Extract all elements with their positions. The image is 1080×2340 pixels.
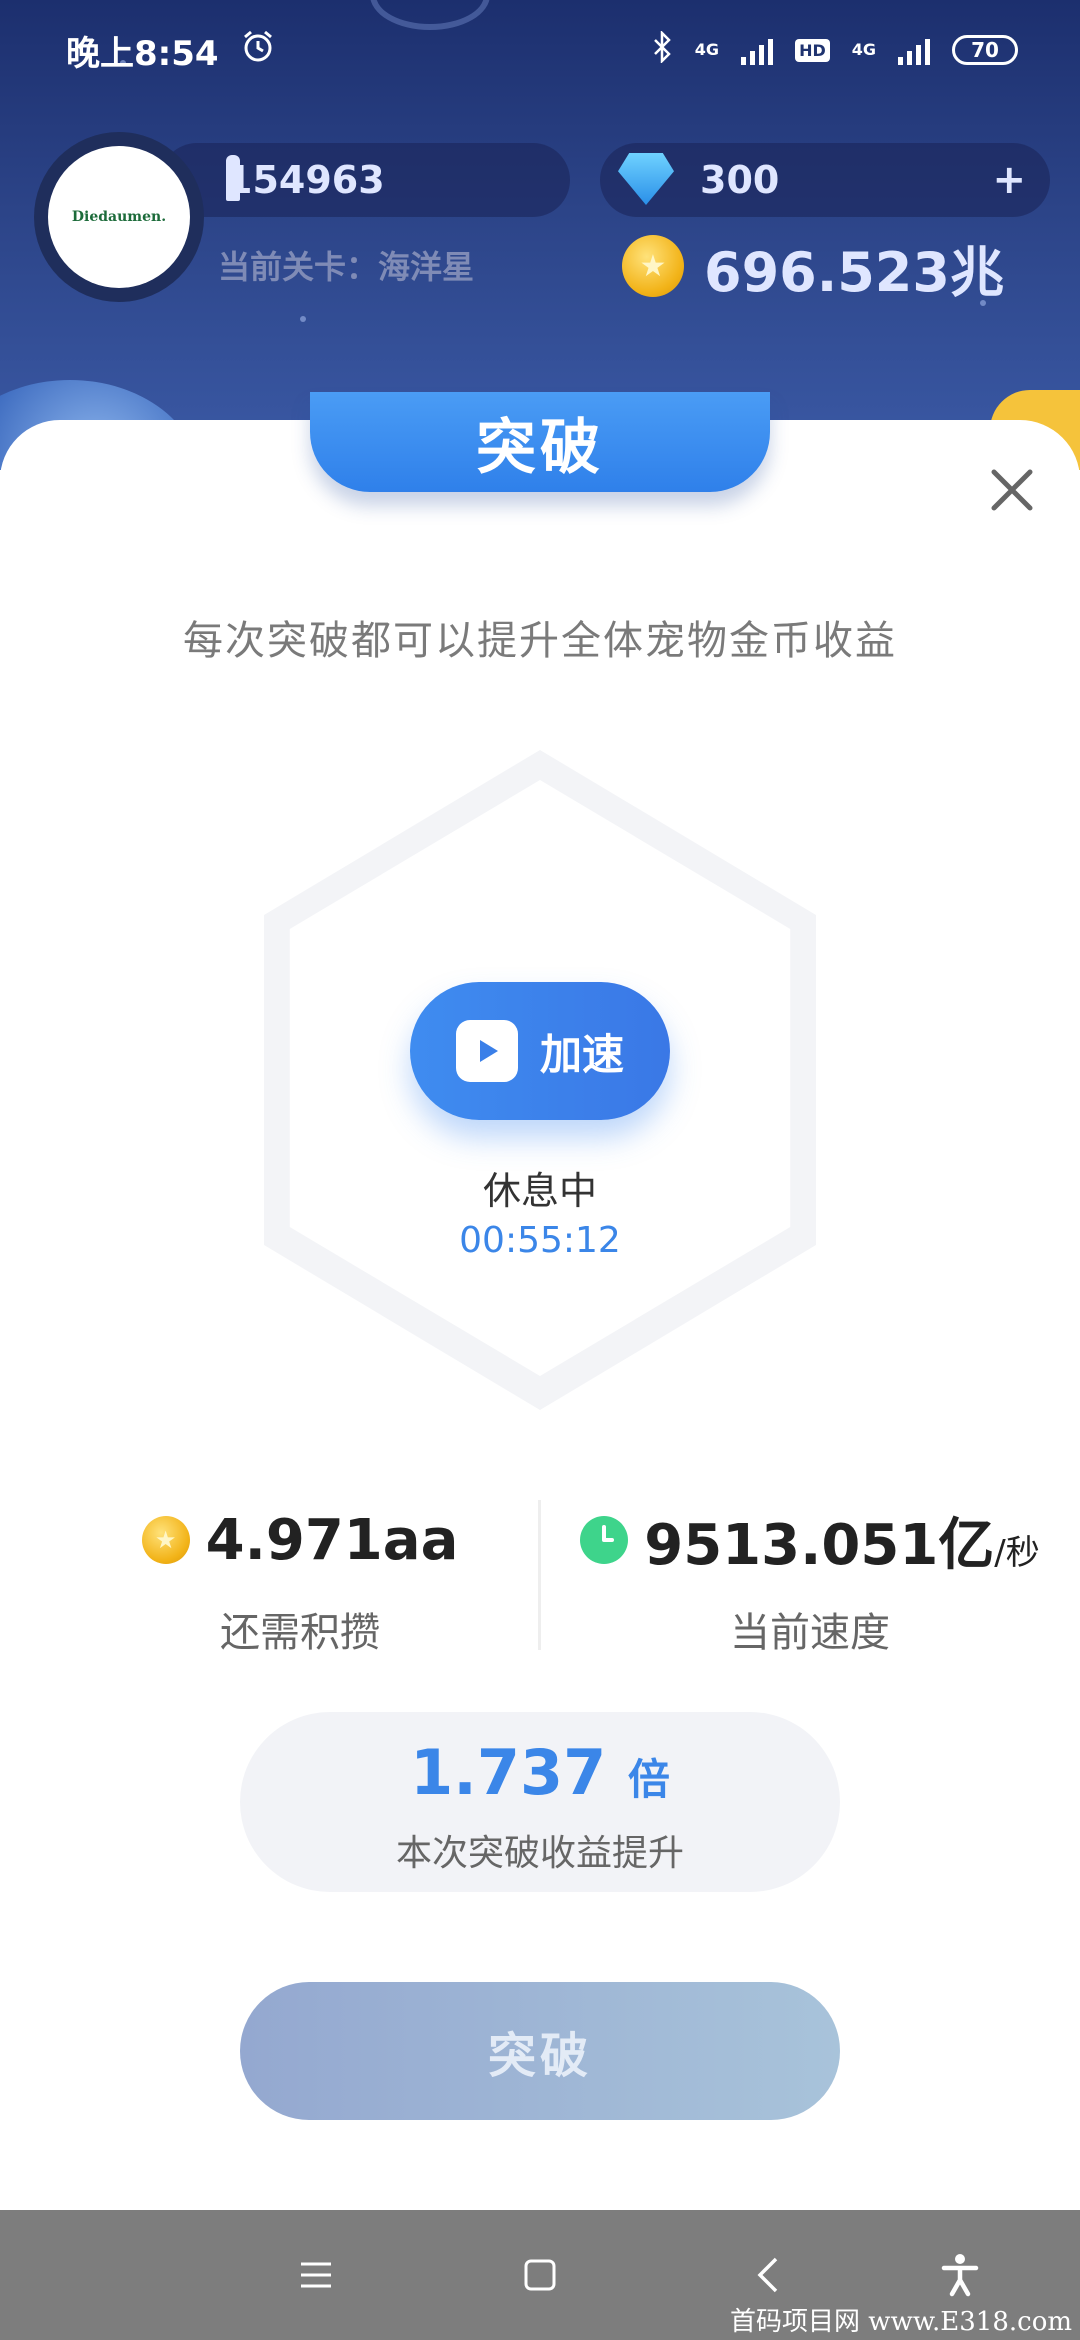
breakthrough-button[interactable]: 突破	[240, 1982, 840, 2120]
status-time: 晚上8:54	[66, 33, 219, 74]
alarm-icon	[241, 29, 275, 72]
avatar[interactable]: Diedaumen.	[34, 132, 204, 302]
power-pill: 154963	[160, 143, 570, 217]
multiplier-box: 1.737 倍 本次突破收益提升	[240, 1712, 840, 1892]
avatar-logo: Diedaumen.	[48, 146, 190, 288]
hd-badge: HD	[795, 38, 830, 62]
sword-icon	[226, 155, 240, 201]
home-icon[interactable]	[510, 2245, 570, 2305]
speed-up-label: 加速	[539, 1029, 624, 1079]
network-type-1: 4G	[694, 40, 720, 59]
coin-total: 696.523兆	[704, 241, 1004, 304]
coin-icon: ★	[622, 235, 684, 297]
star-decoration	[300, 316, 306, 322]
gem-pill[interactable]: 300 +	[600, 143, 1050, 217]
multiplier-unit: 倍	[627, 1755, 670, 1804]
current-speed-stat: 9513.051亿/秒 当前速度	[540, 1500, 1080, 1658]
needed-coins-label: 还需积攒	[220, 1610, 380, 1656]
multiplier-value: 1.737	[410, 1736, 607, 1809]
gem-count: 300	[700, 158, 780, 202]
add-gems-button[interactable]: +	[992, 157, 1026, 203]
rest-timer: 00:55:12	[459, 1220, 621, 1261]
current-speed-value: 9513.051亿	[644, 1512, 995, 1578]
play-icon	[455, 1020, 518, 1082]
watermark: 首码项目网 www.E318.com	[730, 2307, 1072, 2337]
speed-unit: /秒	[994, 1532, 1040, 1573]
back-icon[interactable]	[738, 2245, 798, 2305]
rest-status: 休息中	[482, 1169, 597, 1213]
multiplier-label: 本次突破收益提升	[395, 1833, 684, 1874]
needed-coins-value: 4.971aa	[205, 1507, 459, 1573]
gem-icon	[618, 153, 674, 205]
status-bar: 晚上8:54 4G HD 4G 70	[0, 0, 1080, 100]
signal-icon	[741, 35, 774, 65]
coin-icon: ★	[141, 1516, 190, 1564]
clock-icon	[580, 1516, 629, 1564]
accessibility-icon[interactable]	[930, 2245, 990, 2305]
current-speed-label: 当前速度	[730, 1610, 890, 1656]
current-level: 当前关卡：海洋星	[218, 248, 475, 286]
signal-icon	[898, 35, 930, 65]
battery-indicator: 70	[952, 35, 1018, 65]
dialog-title: 突破	[310, 392, 770, 492]
speed-up-button[interactable]: 加速	[410, 982, 670, 1120]
bluetooth-icon	[653, 29, 673, 69]
dialog-subtitle: 每次突破都可以提升全体宠物金币收益	[183, 618, 897, 664]
network-type-2: 4G	[851, 40, 876, 59]
close-icon[interactable]	[984, 462, 1040, 518]
needed-coins-stat: ★ 4.971aa 还需积攒	[30, 1500, 570, 1658]
navigation-bar: 首码项目网 www.E318.com	[0, 2210, 1080, 2340]
menu-icon[interactable]	[286, 2245, 346, 2305]
power-value: 154963	[226, 158, 385, 202]
